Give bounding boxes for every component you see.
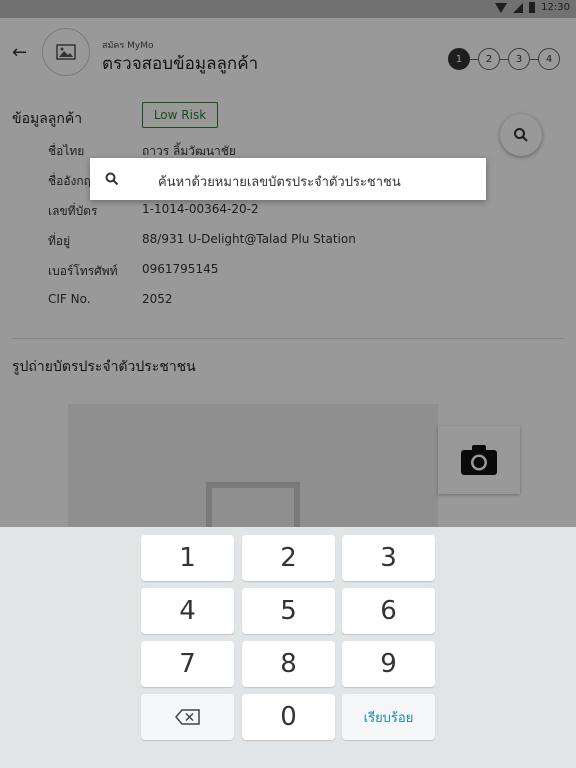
search-bar[interactable]: ค้นหาด้วยหมายเลขบัตรประจำตัวประชาชน [90, 158, 486, 200]
search-input[interactable]: ค้นหาด้วยหมายเลขบัตรประจำตัวประชาชน [158, 171, 401, 192]
key-7[interactable]: 7 [141, 641, 234, 687]
key-3[interactable]: 3 [342, 535, 435, 581]
key-4[interactable]: 4 [141, 588, 234, 634]
key-6[interactable]: 6 [342, 588, 435, 634]
key-0[interactable]: 0 [242, 694, 335, 740]
key-1[interactable]: 1 [141, 535, 234, 581]
backspace-key[interactable] [141, 694, 234, 740]
search-icon [105, 172, 119, 186]
key-8[interactable]: 8 [242, 641, 335, 687]
key-5[interactable]: 5 [242, 588, 335, 634]
backspace-icon [174, 709, 200, 725]
key-9[interactable]: 9 [342, 641, 435, 687]
done-key[interactable]: เรียบร้อย [342, 694, 435, 740]
numeric-keyboard: 1 2 3 4 5 6 7 8 9 0 เรียบร้อย [0, 527, 576, 768]
key-2[interactable]: 2 [242, 535, 335, 581]
